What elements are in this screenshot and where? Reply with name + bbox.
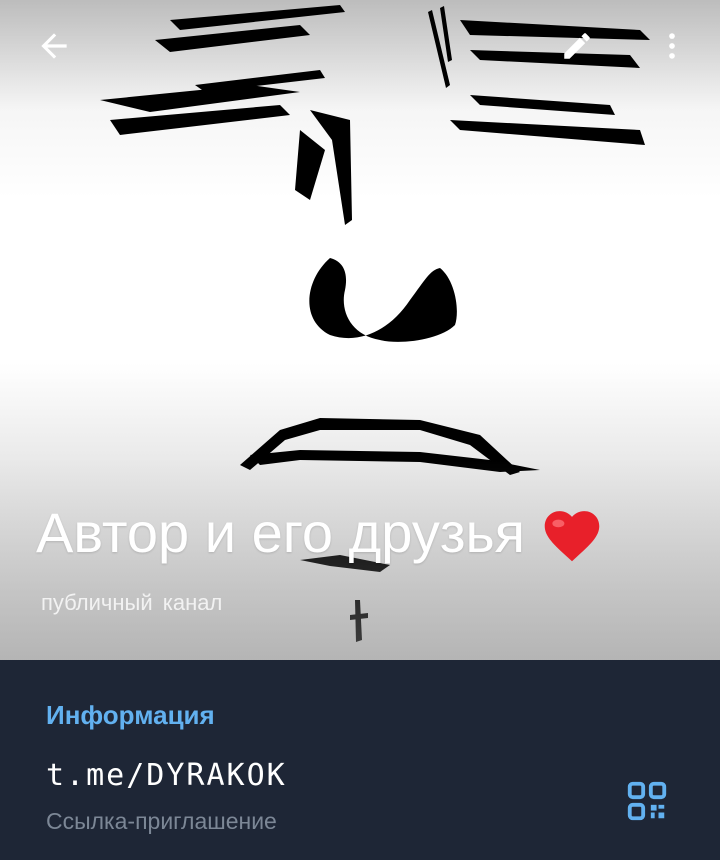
back-button[interactable] [28, 20, 80, 72]
arrow-left-icon [41, 33, 67, 59]
channel-subtitle: публичный канал [41, 590, 223, 615]
right-eye-stroke [450, 120, 645, 145]
qr-code-icon [627, 781, 667, 821]
channel-link[interactable]: t.me/DYRAKOK [46, 758, 287, 793]
channel-title-text: Автор и его друзья [36, 501, 525, 564]
edit-button[interactable] [551, 20, 603, 72]
channel-avatar-header[interactable]: Автор и его друзья публичный канал [0, 0, 720, 660]
heart-emoji-icon [544, 510, 600, 561]
nose-shape [309, 258, 457, 342]
top-shade [0, 0, 720, 110]
pencil-icon [564, 33, 590, 59]
link-caption: Ссылка-приглашение [46, 808, 277, 834]
nose-line [295, 130, 325, 200]
more-vertical-icon [669, 33, 675, 59]
info-section-title: Информация [46, 700, 215, 730]
qr-button[interactable] [624, 778, 670, 824]
channel-title: Автор и его друзья [36, 500, 605, 565]
more-button[interactable] [646, 20, 698, 72]
